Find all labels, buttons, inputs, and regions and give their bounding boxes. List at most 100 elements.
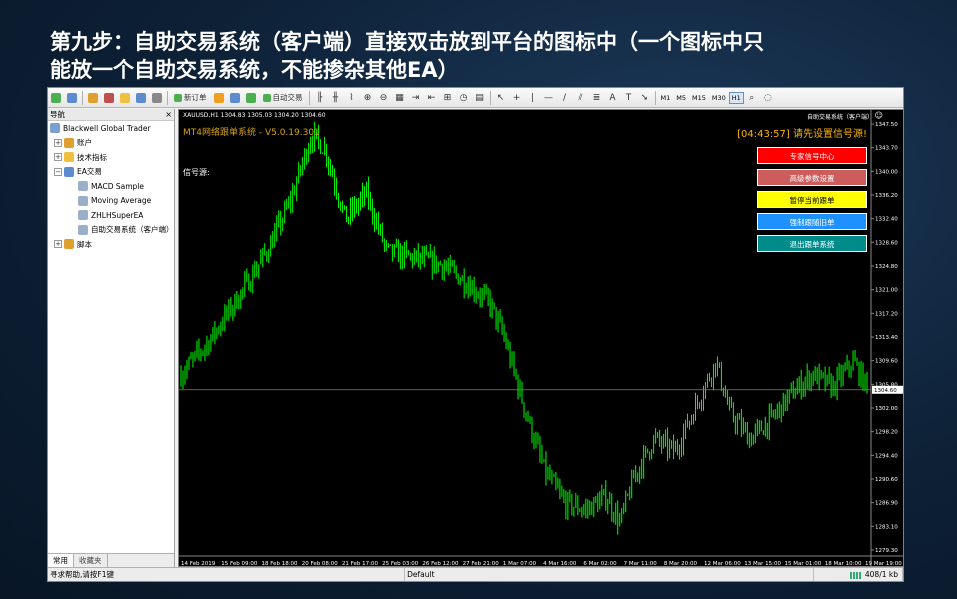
price-tick-label: 1309.60 bbox=[875, 359, 898, 365]
tree-item-ea[interactable]: 自助交易系统（客户端） bbox=[48, 223, 174, 238]
status-timer: [04:43:57] 请先设置信号源! bbox=[737, 129, 867, 140]
main-toolbar: 新订单 自动交易 ╟ ╫ ⌇ ⊕ ⊖ ▦ ⇥ ⇤ ⊞ ◷ ▤ ↖ + | — /… bbox=[48, 88, 903, 108]
signal-bars-icon bbox=[849, 571, 862, 579]
help-hint: 寻求帮助,请按F1键 bbox=[48, 568, 406, 581]
price-tick-label: 1294.40 bbox=[875, 453, 898, 459]
ea-icon bbox=[78, 224, 88, 235]
tree-item-ea[interactable]: ZHLHSuperEA bbox=[48, 208, 174, 223]
auto-trading-button[interactable]: 自动交易 bbox=[260, 90, 306, 106]
zoom-out-icon[interactable]: ⊖ bbox=[377, 90, 391, 106]
slide-heading: 第九步：自助交易系统（客户端）直接双击放到平台的图标中（一个图标中只 能放一个自… bbox=[50, 28, 910, 84]
heading-line-1: 第九步：自助交易系统（客户端）直接双击放到平台的图标中（一个图标中只 bbox=[50, 30, 764, 54]
data-window-icon[interactable] bbox=[102, 90, 116, 106]
indicators-list-icon[interactable]: ⊞ bbox=[441, 90, 455, 106]
cursor-icon[interactable]: ↖ bbox=[494, 90, 508, 106]
signals-icon[interactable] bbox=[244, 90, 258, 106]
channel-icon[interactable]: ⫽ bbox=[574, 90, 588, 106]
tree-item-ea[interactable]: MACD Sample bbox=[48, 179, 174, 194]
horizontal-line-icon[interactable]: — bbox=[542, 90, 556, 106]
trendline-icon[interactable]: / bbox=[558, 90, 572, 106]
ea-icon bbox=[78, 181, 88, 192]
price-tick-label: 1332.40 bbox=[875, 217, 898, 223]
timeframe-m15[interactable]: M15 bbox=[689, 92, 709, 104]
tree-item-label: 自助交易系统（客户端） bbox=[91, 225, 174, 235]
timeframe-h1[interactable]: H1 bbox=[728, 91, 744, 104]
navigator-icon[interactable] bbox=[118, 90, 132, 106]
collapse-icon[interactable]: − bbox=[54, 167, 62, 176]
price-tick-label: 1340.00 bbox=[875, 169, 898, 175]
tree-item-indicators[interactable]: + 技术指标 bbox=[48, 150, 174, 165]
strategy-tester-icon[interactable] bbox=[150, 90, 164, 106]
force-follow-button[interactable]: 强制跟随旧单 bbox=[757, 213, 867, 230]
tree-item-label: 技术指标 bbox=[77, 152, 107, 162]
current-price-label: 1304.60 bbox=[874, 388, 897, 394]
navigator-title: 导航 bbox=[50, 110, 65, 119]
vertical-line-icon[interactable]: | bbox=[526, 90, 540, 106]
expand-icon[interactable]: + bbox=[54, 153, 62, 162]
crosshair-icon[interactable]: + bbox=[510, 90, 524, 106]
tree-item-accounts[interactable]: + 账户 bbox=[48, 136, 174, 151]
price-tick-label: 1321.00 bbox=[875, 288, 898, 294]
label-tool-icon[interactable]: T bbox=[622, 90, 636, 106]
tree-item-scripts[interactable]: + 脚本 bbox=[48, 237, 174, 252]
search-icon[interactable]: ⌕ bbox=[745, 90, 759, 106]
tree-item-root[interactable]: Blackwell Global Trader bbox=[48, 121, 174, 136]
tree-item-label: Blackwell Global Trader bbox=[63, 123, 151, 133]
terminal-icon[interactable] bbox=[134, 90, 148, 106]
candlestick-icon[interactable]: ╫ bbox=[329, 90, 343, 106]
tab-common[interactable]: 常用 bbox=[48, 554, 74, 567]
toolbar-divider bbox=[489, 90, 491, 105]
periods-icon[interactable]: ◷ bbox=[457, 90, 471, 106]
expand-icon[interactable]: + bbox=[54, 138, 62, 147]
tree-item-label: Moving Average bbox=[91, 196, 152, 206]
advanced-settings-button[interactable]: 高级参数设置 bbox=[757, 169, 867, 186]
tab-favorites[interactable]: 收藏夹 bbox=[74, 554, 108, 567]
price-tick-label: 1286.90 bbox=[875, 501, 898, 507]
exit-system-button[interactable]: 退出跟单系统 bbox=[757, 235, 867, 252]
chart-shift-icon[interactable]: ⇤ bbox=[425, 90, 439, 106]
ea-icon bbox=[78, 195, 88, 206]
tile-windows-icon[interactable]: ▦ bbox=[393, 90, 407, 106]
expert-signal-center-button[interactable]: 专家信号中心 bbox=[757, 147, 867, 164]
tree-item-label: EA交易 bbox=[77, 167, 102, 177]
arrows-icon[interactable]: ➘ bbox=[638, 90, 652, 106]
close-icon[interactable]: × bbox=[165, 109, 172, 121]
timeframe-m5[interactable]: M5 bbox=[673, 92, 689, 104]
timeframe-m30[interactable]: M30 bbox=[709, 92, 729, 104]
price-tick-label: 1290.60 bbox=[875, 477, 898, 483]
expert-advisors-icon bbox=[64, 166, 74, 177]
market-watch-icon[interactable] bbox=[86, 90, 100, 106]
auto-scroll-icon[interactable]: ⇥ bbox=[409, 90, 423, 106]
experts-icon[interactable] bbox=[228, 90, 242, 106]
tree-item-label: MACD Sample bbox=[91, 181, 144, 191]
mt4-window: 新订单 自动交易 ╟ ╫ ⌇ ⊕ ⊖ ▦ ⇥ ⇤ ⊞ ◷ ▤ ↖ + | — /… bbox=[47, 87, 904, 582]
chat-icon[interactable]: ◌ bbox=[761, 90, 775, 106]
price-chart[interactable]: 1347.50 1343.70 1340.00 1336.20 1332.40 1328.… bbox=[178, 109, 904, 567]
new-order-button[interactable]: 新订单 bbox=[171, 90, 210, 106]
fibonacci-icon[interactable]: ≣ bbox=[590, 90, 604, 106]
tree-item-ea[interactable]: Moving Average bbox=[48, 194, 174, 209]
traffic-value: 408/1 kb bbox=[864, 570, 898, 579]
price-tick-label: 1336.20 bbox=[875, 193, 898, 199]
pause-copying-button[interactable]: 暂停当前跟单 bbox=[757, 191, 867, 208]
symbol-info: XAUUSD,H1 1304.83 1305.03 1304.20 1304.6… bbox=[183, 112, 326, 119]
accounts-icon bbox=[64, 137, 74, 148]
signal-source-label: 信号源: bbox=[183, 168, 210, 177]
zoom-in-icon[interactable]: ⊕ bbox=[361, 90, 375, 106]
tree-item-label: 账户 bbox=[77, 138, 92, 148]
timeframe-m1[interactable]: M1 bbox=[658, 92, 674, 104]
price-tick-label: 1347.50 bbox=[875, 122, 898, 128]
text-tool-icon[interactable]: A bbox=[606, 90, 620, 106]
price-tick-label: 1324.80 bbox=[875, 264, 898, 270]
navigator-title-bar: 导航 × bbox=[48, 109, 174, 121]
profiles-icon[interactable] bbox=[65, 90, 79, 106]
expand-icon[interactable]: + bbox=[54, 240, 62, 249]
metaeditor-icon[interactable] bbox=[212, 90, 226, 106]
indicators-icon bbox=[64, 152, 74, 163]
templates-icon[interactable]: ▤ bbox=[473, 90, 487, 106]
bar-chart-icon[interactable]: ╟ bbox=[313, 90, 327, 106]
heading-line-2: 能放一个自助交易系统，不能掺杂其他EA） bbox=[50, 58, 459, 82]
new-chart-icon[interactable] bbox=[49, 90, 63, 106]
tree-item-expert-advisors[interactable]: − EA交易 bbox=[48, 165, 174, 180]
line-chart-icon[interactable]: ⌇ bbox=[345, 90, 359, 106]
